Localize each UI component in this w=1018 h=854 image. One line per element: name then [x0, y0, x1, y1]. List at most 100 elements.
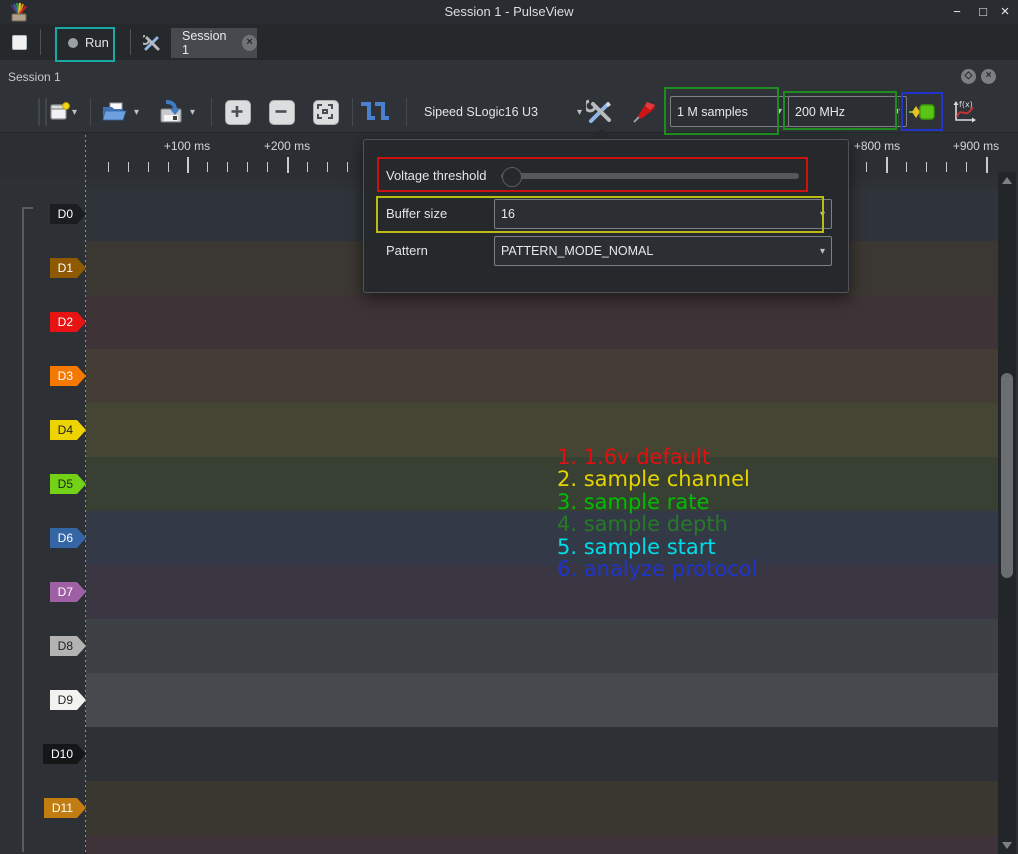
ruler-tick: [986, 157, 988, 173]
ruler-tick: [966, 162, 967, 172]
channel-flag-D1[interactable]: D1: [50, 258, 86, 278]
ruler-tick: [187, 157, 189, 173]
maximize-button[interactable]: □: [974, 3, 992, 21]
channel-band-D10: [86, 727, 998, 781]
channel-band-partial: [86, 835, 998, 854]
channel-flag-D10[interactable]: D10: [43, 744, 86, 764]
ruler-label: +200 ms: [252, 139, 322, 153]
highlight-box-buffer: [376, 196, 824, 233]
dock-float-icon[interactable]: ◇: [961, 69, 976, 84]
ruler-tick: [347, 162, 348, 172]
highlight-box-run: [55, 27, 115, 62]
device-selector[interactable]: Sipeed SLogic16 U3 ▾: [420, 99, 586, 125]
new-session-button[interactable]: [48, 99, 72, 125]
annotation-line: 5. sample start: [557, 536, 757, 558]
pattern-dropdown-icon: ▾: [820, 246, 825, 257]
separator: [898, 98, 899, 126]
device-dropdown-icon: ▾: [577, 107, 582, 118]
ruler-tick: [128, 162, 129, 172]
vertical-scrollbar[interactable]: [998, 172, 1016, 854]
channel-band-D5: [86, 457, 998, 511]
save-button[interactable]: [158, 99, 184, 125]
pattern-label: Pattern: [386, 243, 428, 258]
math-function-button[interactable]: f(x): [950, 99, 980, 125]
settings-wrench-icon[interactable]: [143, 34, 161, 52]
channel-flag-D4[interactable]: D4: [50, 420, 86, 440]
zoom-out-button[interactable]: [269, 100, 295, 125]
ruler-tick: [946, 162, 947, 172]
toolbar-drag-handle[interactable]: [38, 98, 47, 126]
device-config-button[interactable]: [586, 99, 614, 125]
channel-band-D7: [86, 565, 998, 619]
probe-button[interactable]: [630, 99, 658, 125]
channel-flag-D11[interactable]: D11: [44, 798, 86, 818]
channel-flag-D3[interactable]: D3: [50, 366, 86, 386]
highlight-box-decoder: [901, 92, 943, 131]
channel-flag-D0[interactable]: D0: [50, 204, 86, 224]
close-button[interactable]: ×: [996, 3, 1014, 21]
dock-close-icon[interactable]: ×: [981, 69, 996, 84]
open-file-button[interactable]: [101, 99, 128, 125]
channel-flag-D5[interactable]: D5: [50, 474, 86, 494]
pattern-value: PATTERN_MODE_NOMAL: [501, 244, 653, 258]
scroll-up-icon[interactable]: [1002, 177, 1012, 184]
open-file-dropdown-icon[interactable]: ▾: [134, 107, 139, 118]
titlebar: Session 1 - PulseView − □ ×: [0, 0, 1018, 24]
zoom-in-button[interactable]: [225, 100, 251, 125]
separator: [352, 98, 353, 126]
channel-flag-D2[interactable]: D2: [50, 312, 86, 332]
ruler-tick: [886, 157, 888, 173]
ruler-tick: [168, 162, 169, 172]
channel-band-D4: [86, 403, 998, 457]
save-dropdown-icon[interactable]: ▾: [190, 107, 195, 118]
ruler-tick: [207, 162, 208, 172]
annotation-list: 1. 1.6v default2. sample channel3. sampl…: [557, 446, 757, 580]
window-title: Session 1 - PulseView: [0, 4, 1018, 19]
ruler-tick: [227, 162, 228, 172]
tab-session-1[interactable]: Session 1 ×: [171, 28, 257, 58]
scrollbar-thumb[interactable]: [1001, 373, 1013, 578]
separator: [406, 98, 407, 126]
channel-group-bracket: [22, 207, 33, 852]
ruler-tick: [247, 162, 248, 172]
channel-flag-D8[interactable]: D8: [50, 636, 86, 656]
main-toolbar: Run Session 1 ×: [0, 24, 1018, 60]
zoom-fit-button[interactable]: [313, 100, 339, 125]
tab-label: Session 1: [171, 29, 233, 57]
ruler-tick: [287, 157, 289, 173]
channel-flag-D9[interactable]: D9: [50, 690, 86, 710]
separator: [90, 98, 91, 126]
ruler-tick: [267, 162, 268, 172]
ruler-tick: [327, 162, 328, 172]
channel-band-D11: [86, 781, 998, 835]
new-view-icon[interactable]: [12, 35, 27, 50]
scroll-down-icon[interactable]: [1002, 842, 1012, 849]
tab-close-icon[interactable]: ×: [242, 35, 257, 51]
channel-band-D9: [86, 673, 998, 727]
svg-text:f(x): f(x): [959, 100, 973, 109]
ruler-tick: [906, 162, 907, 172]
ruler-label: +900 ms: [941, 139, 1011, 153]
separator: [211, 98, 212, 126]
ruler-tick: [108, 162, 109, 172]
ruler-tick: [866, 162, 867, 172]
highlight-box-voltage: [377, 157, 808, 192]
channel-flag-D7[interactable]: D7: [50, 582, 86, 602]
ruler-label: +800 ms: [842, 139, 912, 153]
dock-title: Session 1: [8, 70, 61, 84]
label-area-separator: [85, 135, 86, 854]
pulseview-window: Session 1 - PulseView − □ × Run Session …: [0, 0, 1018, 854]
highlight-box-samples: [664, 87, 779, 135]
popup-arrow: [589, 129, 613, 139]
channel-flag-D6[interactable]: D6: [50, 528, 86, 548]
pattern-select[interactable]: PATTERN_MODE_NOMAL ▾: [494, 236, 832, 266]
pulse-view-icon[interactable]: [359, 99, 393, 125]
ruler-tick: [926, 162, 927, 172]
channel-band-D3: [86, 349, 998, 403]
minimize-button[interactable]: −: [948, 3, 966, 21]
annotation-line: 3. sample rate: [557, 491, 757, 513]
annotation-line: 2. sample channel: [557, 468, 757, 490]
new-session-dropdown-icon[interactable]: ▾: [72, 107, 77, 118]
ruler-label: +100 ms: [152, 139, 222, 153]
annotation-line: 4. sample depth: [557, 513, 757, 535]
